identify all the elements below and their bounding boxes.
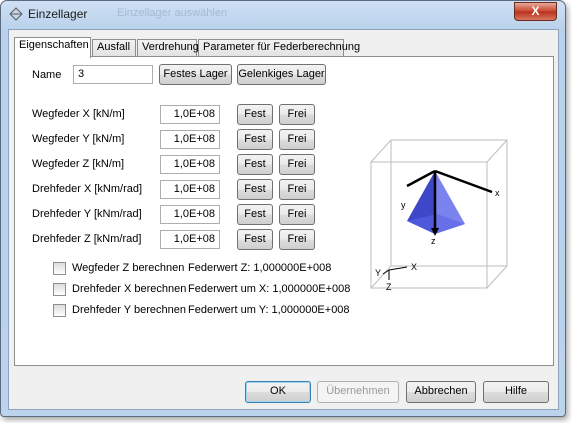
tab-label: Parameter für Federberechnung — [203, 41, 361, 53]
fest-button-wegfeder-y[interactable]: Fest — [237, 129, 273, 150]
button-label: Fest — [244, 133, 266, 145]
title-bar[interactable]: Einzellager Einzellager auswählen X — [1, 1, 565, 29]
name-value: 3 — [78, 68, 85, 80]
spring-input-wegfeder-z[interactable]: 1,0E+08 — [160, 155, 220, 174]
name-input[interactable]: 3 — [73, 65, 153, 84]
button-label: Frei — [287, 108, 307, 120]
button-label: Fest — [244, 108, 266, 120]
dialog-button-bar: OK Übernehmen Abbrechen Hilfe — [9, 372, 558, 410]
spring-input-drehfeder-y[interactable]: 1,0E+08 — [160, 205, 220, 224]
checkbox-label-drehfeder-x: Drehfeder X berechnen — [72, 283, 187, 295]
spring-label-wegfeder-z: Wegfeder Z [kN/m] — [32, 158, 125, 170]
button-label: OK — [270, 385, 286, 397]
button-label: Fest — [244, 208, 266, 220]
checkbox-drehfeder-y-berechnen[interactable] — [53, 304, 66, 317]
spring-label-drehfeder-y: Drehfeder Y [kNm/rad] — [32, 208, 142, 220]
support-icon — [9, 7, 23, 21]
fest-button-drehfeder-y[interactable]: Fest — [237, 204, 273, 225]
tab-label: Eigenschaften — [19, 39, 89, 51]
axis-y-label: y — [401, 200, 406, 210]
fest-button-drehfeder-z[interactable]: Fest — [237, 229, 273, 250]
button-label: Hilfe — [504, 385, 527, 397]
spring-value: 1,0E+08 — [173, 133, 215, 145]
axis-triad-icon — [382, 266, 408, 280]
spring-value: 1,0E+08 — [173, 158, 215, 170]
name-label: Name — [32, 69, 62, 81]
spring-value: 1,0E+08 — [173, 233, 215, 245]
spring-input-wegfeder-x[interactable]: 1,0E+08 — [160, 105, 220, 124]
dialog-client-area: Eigenschaften Ausfall Verdrehung Paramet… — [8, 29, 559, 410]
spring-label-drehfeder-x: Drehfeder X [kNm/rad] — [32, 183, 143, 195]
apply-button[interactable]: Übernehmen — [317, 381, 399, 403]
frei-button-drehfeder-z[interactable]: Frei — [279, 229, 315, 250]
button-label: Frei — [287, 233, 307, 245]
button-label: Fest — [244, 183, 266, 195]
spring-label-wegfeder-x: Wegfeder X [kN/m] — [32, 108, 125, 120]
spring-input-drehfeder-z[interactable]: 1,0E+08 — [160, 230, 220, 249]
button-label: Fest — [244, 233, 266, 245]
checkbox-label-wegfeder-z: Wegfeder Z berechnen — [72, 262, 185, 274]
fest-button-wegfeder-x[interactable]: Fest — [237, 104, 273, 125]
help-button[interactable]: Hilfe — [483, 381, 549, 403]
button-label: Fest — [244, 158, 266, 170]
spring-input-drehfeder-x[interactable]: 1,0E+08 — [160, 180, 220, 199]
window-title: Einzellager — [28, 7, 88, 21]
checkbox-label-drehfeder-y: Drehfeder Y berechnen — [72, 304, 186, 316]
frei-button-wegfeder-x[interactable]: Frei — [279, 104, 315, 125]
gelenkiges-lager-button[interactable]: Gelenkiges Lager — [237, 64, 326, 85]
fest-button-drehfeder-x[interactable]: Fest — [237, 179, 273, 200]
cancel-button[interactable]: Abbrechen — [406, 381, 476, 403]
dialog-window: Einzellager Einzellager auswählen X Eige… — [0, 0, 566, 417]
spring-value: 1,0E+08 — [173, 183, 215, 195]
ok-button[interactable]: OK — [245, 381, 311, 403]
triad-z-label: Z — [386, 282, 392, 292]
spring-value: 1,0E+08 — [173, 108, 215, 120]
tab-panel-eigenschaften: Name 3 Festes Lager Gelenkiges Lager Weg… — [14, 56, 554, 366]
spring-value: 1,0E+08 — [173, 208, 215, 220]
button-label: Gelenkiges Lager — [238, 68, 325, 80]
spring-label-drehfeder-z: Drehfeder Z [kNm/rad] — [32, 233, 142, 245]
background-window-title-text: Einzellager auswählen — [117, 7, 228, 19]
background-window-title: Einzellager auswählen — [109, 1, 359, 25]
button-label: Frei — [287, 183, 307, 195]
tab-label: Ausfall — [97, 41, 131, 53]
close-button[interactable]: X — [514, 2, 557, 21]
close-icon: X — [531, 4, 540, 18]
support-3d-view[interactable]: x y z X Y Z — [367, 116, 537, 296]
button-label: Frei — [287, 208, 307, 220]
frei-button-wegfeder-z[interactable]: Frei — [279, 154, 315, 175]
axis-x-label: x — [495, 188, 500, 198]
tab-eigenschaften[interactable]: Eigenschaften — [14, 37, 91, 58]
axis-z-label: z — [431, 236, 436, 246]
federwert-y-text: Federwert um Y: 1,000000E+008 — [188, 304, 350, 316]
fest-button-wegfeder-z[interactable]: Fest — [237, 154, 273, 175]
triad-x-label: X — [411, 262, 417, 272]
tab-ausfall[interactable]: Ausfall — [92, 39, 136, 56]
tab-verdrehung[interactable]: Verdrehung — [137, 39, 199, 56]
button-label: Übernehmen — [326, 385, 390, 397]
tab-label: Verdrehung — [142, 41, 199, 53]
button-label: Festes Lager — [163, 68, 228, 80]
button-label: Abbrechen — [414, 385, 468, 397]
checkbox-drehfeder-x-berechnen[interactable] — [53, 283, 66, 296]
festes-lager-button[interactable]: Festes Lager — [159, 64, 232, 85]
button-label: Frei — [287, 133, 307, 145]
frei-button-drehfeder-x[interactable]: Frei — [279, 179, 315, 200]
button-label: Frei — [287, 158, 307, 170]
federwert-x-text: Federwert um X: 1,000000E+008 — [188, 283, 351, 295]
frei-button-wegfeder-y[interactable]: Frei — [279, 129, 315, 150]
checkbox-wegfeder-z-berechnen[interactable] — [53, 262, 66, 275]
tab-parameter-federberechnung[interactable]: Parameter für Federberechnung — [198, 39, 360, 56]
triad-y-label: Y — [375, 268, 381, 278]
spring-input-wegfeder-y[interactable]: 1,0E+08 — [160, 130, 220, 149]
frei-button-drehfeder-y[interactable]: Frei — [279, 204, 315, 225]
spring-label-wegfeder-y: Wegfeder Y [kN/m] — [32, 133, 125, 145]
federwert-z-text: Federwert Z: 1,000000E+008 — [188, 262, 332, 274]
